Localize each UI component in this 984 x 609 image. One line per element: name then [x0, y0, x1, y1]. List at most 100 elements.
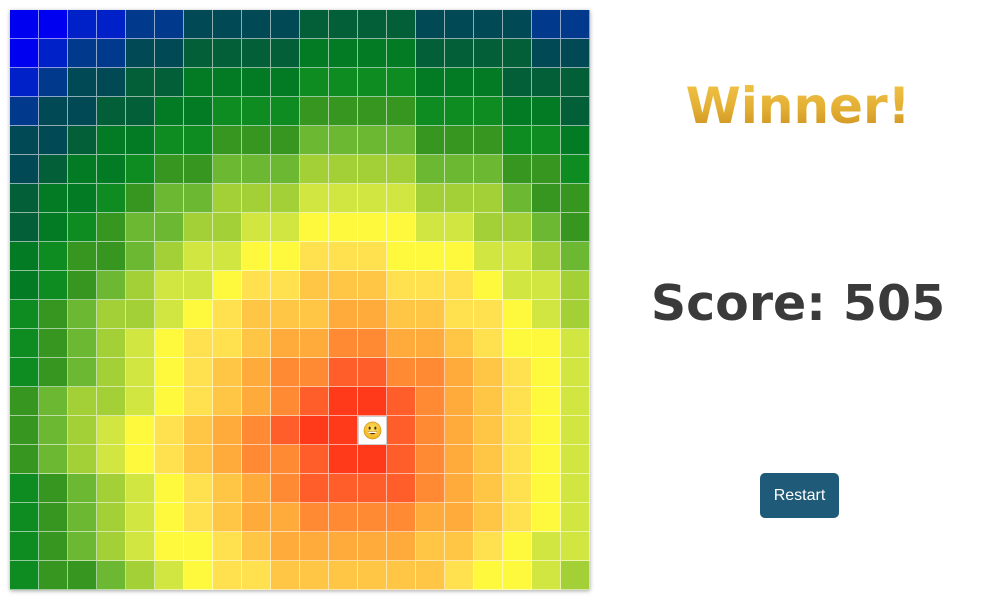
board-cell[interactable] [126, 68, 155, 97]
board-cell[interactable] [271, 358, 300, 387]
board-cell[interactable] [358, 503, 387, 532]
board-cell[interactable] [10, 213, 39, 242]
board-cell[interactable] [97, 97, 126, 126]
board-cell[interactable] [97, 242, 126, 271]
board-cell[interactable] [358, 387, 387, 416]
board-cell[interactable] [39, 184, 68, 213]
board-cell[interactable] [503, 532, 532, 561]
board-cell[interactable] [300, 155, 329, 184]
board-cell[interactable] [126, 358, 155, 387]
board-cell[interactable] [503, 561, 532, 590]
board-cell[interactable] [358, 271, 387, 300]
board-cell[interactable] [184, 329, 213, 358]
board-cell[interactable] [329, 68, 358, 97]
board-cell[interactable] [242, 445, 271, 474]
board-cell[interactable] [387, 503, 416, 532]
board-cell[interactable] [10, 155, 39, 184]
board-cell[interactable] [271, 213, 300, 242]
board-cell[interactable] [126, 387, 155, 416]
board-cell[interactable] [561, 503, 590, 532]
board-cell[interactable] [213, 329, 242, 358]
board-cell[interactable] [503, 445, 532, 474]
board-cell[interactable] [300, 358, 329, 387]
board-cell[interactable] [532, 300, 561, 329]
board-cell[interactable] [213, 68, 242, 97]
board-cell[interactable] [474, 242, 503, 271]
board-cell[interactable] [561, 300, 590, 329]
board-cell[interactable] [10, 358, 39, 387]
board-cell[interactable] [155, 387, 184, 416]
board-cell[interactable] [10, 68, 39, 97]
board-cell[interactable] [184, 97, 213, 126]
board-cell[interactable] [39, 416, 68, 445]
board-cell[interactable] [242, 213, 271, 242]
board-cell[interactable] [184, 474, 213, 503]
board-cell[interactable] [416, 213, 445, 242]
board-cell[interactable] [416, 155, 445, 184]
board-cell[interactable] [184, 503, 213, 532]
board-cell[interactable] [155, 68, 184, 97]
board-cell[interactable] [10, 300, 39, 329]
board-cell[interactable] [68, 155, 97, 184]
board-cell[interactable] [39, 155, 68, 184]
board-cell[interactable] [39, 329, 68, 358]
board-cell[interactable] [300, 503, 329, 532]
board-cell[interactable] [416, 97, 445, 126]
board-cell[interactable] [97, 532, 126, 561]
board-cell[interactable] [387, 474, 416, 503]
board-cell[interactable] [532, 184, 561, 213]
board-cell[interactable] [358, 532, 387, 561]
board-cell[interactable] [155, 532, 184, 561]
board-cell[interactable] [561, 358, 590, 387]
board-cell[interactable] [155, 242, 184, 271]
board-cell[interactable] [387, 155, 416, 184]
board-cell[interactable] [532, 503, 561, 532]
board-cell[interactable] [126, 445, 155, 474]
board-cell[interactable] [184, 68, 213, 97]
board-cell[interactable] [242, 561, 271, 590]
board-cell[interactable] [358, 184, 387, 213]
board-cell[interactable] [39, 532, 68, 561]
board-cell[interactable] [97, 126, 126, 155]
board-cell[interactable] [561, 184, 590, 213]
board-cell[interactable] [97, 68, 126, 97]
board-cell[interactable] [184, 561, 213, 590]
board-cell[interactable] [503, 155, 532, 184]
board-cell[interactable] [184, 184, 213, 213]
board-cell[interactable] [68, 503, 97, 532]
board-cell[interactable] [10, 445, 39, 474]
board-cell[interactable] [155, 155, 184, 184]
board-cell[interactable] [532, 126, 561, 155]
board-cell[interactable] [242, 416, 271, 445]
board-cell[interactable] [503, 242, 532, 271]
board-cell[interactable] [271, 39, 300, 68]
board-cell[interactable] [503, 68, 532, 97]
board-cell[interactable] [155, 358, 184, 387]
board-cell[interactable] [445, 155, 474, 184]
board-cell[interactable] [39, 39, 68, 68]
board-cell[interactable] [68, 10, 97, 39]
board-cell[interactable] [213, 242, 242, 271]
board-cell[interactable] [68, 387, 97, 416]
board-cell[interactable] [184, 213, 213, 242]
board-cell[interactable] [126, 126, 155, 155]
board-cell[interactable] [97, 10, 126, 39]
board-cell[interactable] [242, 358, 271, 387]
board-cell[interactable] [329, 358, 358, 387]
board-cell[interactable] [184, 126, 213, 155]
board-cell[interactable] [271, 561, 300, 590]
board-cell[interactable] [97, 300, 126, 329]
board-cell[interactable] [416, 329, 445, 358]
board-cell[interactable] [68, 68, 97, 97]
board-cell[interactable] [68, 329, 97, 358]
board-cell[interactable] [561, 561, 590, 590]
board-cell[interactable] [532, 242, 561, 271]
board-cell[interactable] [97, 271, 126, 300]
board-cell[interactable] [300, 532, 329, 561]
board-cell[interactable] [155, 416, 184, 445]
board-cell[interactable] [474, 387, 503, 416]
board-cell[interactable] [126, 39, 155, 68]
board-cell[interactable] [10, 503, 39, 532]
board-cell[interactable] [184, 300, 213, 329]
board-cell[interactable] [532, 329, 561, 358]
